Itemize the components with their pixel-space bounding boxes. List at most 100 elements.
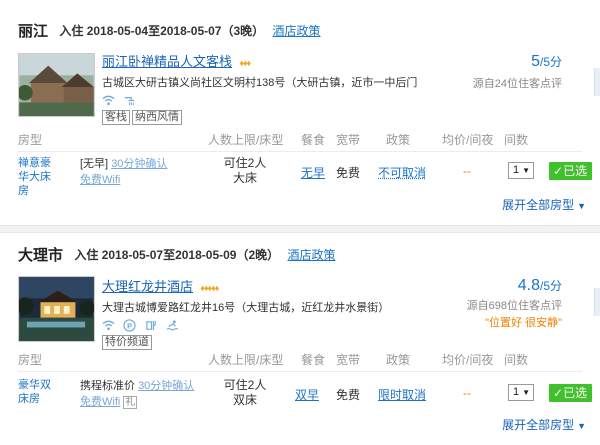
col-price: 均价/间夜	[442, 353, 494, 367]
hotel-info: 丽江卧禅精品人文客栈 ♦♦♦ 古城区大研古镇义尚社区文明村138号（大研古镇，近…	[102, 51, 417, 125]
col-room: 房型	[18, 353, 43, 367]
caret-down-icon: ▼	[577, 421, 586, 431]
expand-all-rooms-link[interactable]: 展开全部房型 ▼	[502, 416, 586, 433]
city-name: 丽江	[18, 23, 49, 40]
parking-icon: P	[123, 319, 136, 332]
hotel-photo[interactable]	[18, 53, 95, 117]
broadband-value: 免费	[336, 166, 361, 180]
hotel-tag: 纳西风情	[132, 110, 182, 125]
restaurant-icon	[145, 321, 156, 331]
room-capacity: 可住2人 大床	[214, 156, 276, 186]
review-highlight: "位置好 很安静"	[485, 317, 562, 329]
col-capacity: 人数上限/床型	[208, 133, 284, 147]
bed-type: 双床	[232, 393, 257, 407]
broadband-value: 免费	[336, 388, 361, 402]
review-count[interactable]: 源自698位住客点评	[467, 297, 562, 313]
divider	[18, 371, 582, 372]
score-value: 5	[531, 53, 540, 70]
selected-label: 已选	[563, 386, 588, 400]
cancel-policy-link[interactable]: 不可取消	[378, 164, 426, 181]
svg-text:P: P	[127, 322, 132, 331]
avg-price: --	[463, 386, 471, 400]
room-table-header: 房型 人数上限/床型 餐食 宽带 政策 均价/间夜 间数	[18, 351, 582, 369]
city-name: 大理市	[18, 247, 64, 264]
wifi-badge[interactable]: 免费Wifi	[80, 174, 120, 186]
dropdown-arrow-icon: ▼	[522, 166, 531, 175]
shower-icon	[125, 97, 135, 106]
col-policy: 政策	[386, 133, 411, 147]
review-score: 4.8/5分	[518, 277, 562, 295]
selected-button[interactable]: ✓已选	[549, 162, 592, 180]
diamond-rating: ♦♦♦	[239, 58, 251, 68]
col-meal: 餐食	[301, 133, 326, 147]
hotel-block-dali: 大理市 入住 2018-05-07至2018-05-09（2晚） 酒店政策 大理…	[0, 232, 600, 445]
col-capacity: 人数上限/床型	[208, 353, 284, 367]
rate-type: [无早]	[80, 158, 109, 170]
gift-badge[interactable]: 礼	[123, 396, 138, 409]
hotel-tag: 特价频道	[102, 335, 152, 350]
expand-all-rooms-link[interactable]: 展开全部房型 ▼	[502, 196, 586, 213]
col-price: 均价/间夜	[442, 133, 494, 147]
trip-hotel-list: 丽江 入住 2018-05-04至2018-05-07（3晚） 酒店政策 丽江卧…	[0, 0, 600, 445]
col-count: 间数	[504, 133, 529, 147]
room-row: 豪华双床房 携程标准价 30分钟确认 免费Wifi 礼 可住2人 双床 双早 免…	[18, 376, 592, 416]
hotel-photo[interactable]	[18, 276, 95, 342]
side-scroll-tab[interactable]	[594, 288, 600, 316]
avg-price: --	[463, 164, 471, 178]
block-header: 丽江 入住 2018-05-04至2018-05-07（3晚） 酒店政策	[18, 20, 321, 46]
facility-icons: P	[102, 318, 389, 332]
rate-type: 携程标准价	[80, 380, 135, 392]
col-room: 房型	[18, 133, 43, 147]
room-option: [无早] 30分钟确认 免费Wifi	[80, 156, 167, 188]
hotel-address: 古城区大研古镇义尚社区文明村138号（大研古镇，近市一中后门	[102, 77, 418, 89]
meal-link[interactable]: 无早	[301, 164, 325, 181]
wifi-badge[interactable]: 免费Wifi	[80, 396, 120, 408]
selected-label: 已选	[563, 164, 588, 178]
stay-dates: 入住 2018-05-07至2018-05-09（2晚）	[74, 248, 280, 262]
score-value: 4.8	[517, 277, 540, 294]
expand-label: 展开全部房型	[502, 198, 575, 212]
bed-type: 大床	[232, 171, 257, 185]
facility-icons	[102, 93, 417, 107]
room-count-value: 1	[513, 164, 520, 176]
score-suffix: /5分	[539, 55, 562, 69]
capacity-people: 可住2人	[223, 156, 267, 170]
cancel-policy-link[interactable]: 限时取消	[378, 386, 426, 403]
hotel-name-link[interactable]: 丽江卧禅精品人文客栈	[102, 54, 232, 69]
wifi-icon	[102, 321, 115, 331]
hotel-tag: 客栈	[102, 110, 130, 125]
dropdown-arrow-icon: ▼	[522, 388, 531, 397]
block-header: 大理市 入住 2018-05-07至2018-05-09（2晚） 酒店政策	[18, 244, 336, 270]
wifi-icon	[102, 96, 115, 106]
selected-button[interactable]: ✓已选	[549, 384, 592, 402]
hotel-name-link[interactable]: 大理红龙井酒店	[102, 279, 193, 294]
room-count-select[interactable]: 1 ▼	[508, 384, 534, 401]
caret-down-icon: ▼	[577, 201, 586, 211]
expand-label: 展开全部房型	[502, 418, 575, 432]
hotel-tags: 特价频道	[102, 334, 389, 350]
confirm-badge[interactable]: 30分钟确认	[138, 380, 194, 392]
room-name-link[interactable]: 豪华双床房	[18, 378, 58, 406]
hotel-info: 大理红龙井酒店 ♦♦♦♦♦ 大理古城博爱路红龙井16号（大理古城，近红龙井水景街…	[102, 276, 389, 350]
meal-link[interactable]: 双早	[295, 386, 319, 403]
room-name-link[interactable]: 禅意豪华大床房	[18, 156, 58, 198]
col-meal: 餐食	[301, 353, 326, 367]
hotel-address: 大理古城博爱路红龙井16号（大理古城，近红龙井水景街）	[102, 302, 390, 314]
hotel-policy-link[interactable]: 酒店政策	[272, 24, 320, 38]
hotel-policy-link[interactable]: 酒店政策	[287, 248, 335, 262]
room-option: 携程标准价 30分钟确认 免费Wifi 礼	[80, 378, 194, 410]
col-broadband: 宽带	[336, 353, 361, 367]
stay-dates: 入住 2018-05-04至2018-05-07（3晚）	[59, 24, 265, 38]
room-capacity: 可住2人 双床	[214, 378, 276, 408]
score-suffix: /5分	[539, 279, 562, 293]
diamond-rating: ♦♦♦♦♦	[200, 283, 219, 293]
confirm-badge[interactable]: 30分钟确认	[111, 158, 167, 170]
hotel-block-lijiang: 丽江 入住 2018-05-04至2018-05-07（3晚） 酒店政策 丽江卧…	[0, 8, 600, 230]
side-scroll-tab[interactable]	[594, 68, 600, 96]
col-count: 间数	[504, 353, 529, 367]
room-count-value: 1	[513, 386, 520, 398]
hotel-tags: 客栈 纳西风情	[102, 109, 417, 125]
review-count[interactable]: 源自24位住客点评	[473, 75, 562, 91]
room-count-select[interactable]: 1 ▼	[508, 162, 534, 179]
col-policy: 政策	[386, 353, 411, 367]
